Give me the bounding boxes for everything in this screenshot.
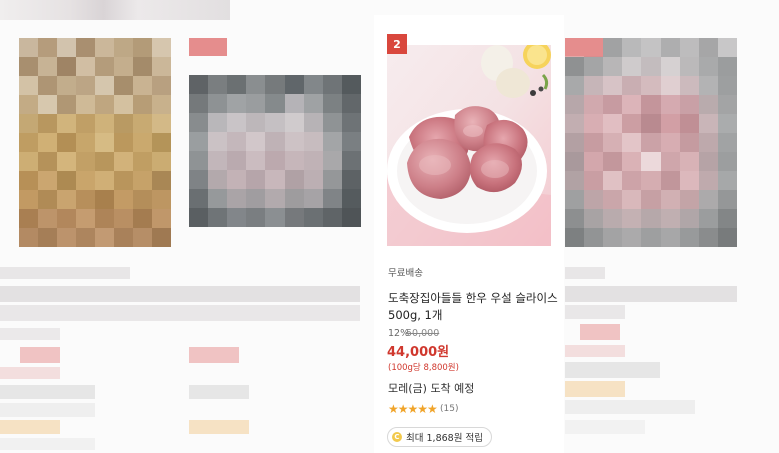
blurred-text-row [0,438,95,450]
blurred-product-image-left-center[interactable] [189,75,361,227]
blurred-badge-row [0,420,60,434]
blurred-text-row [565,286,737,302]
blurred-badge-row [565,381,625,397]
product-title-line1[interactable]: 도축장집아들들 한우 우설 슬라이스 [388,290,558,306]
blurred-text-row [0,385,95,399]
blurred-text-row [565,400,695,414]
product-title-line2[interactable]: 500g, 1개 [388,307,442,323]
blurred-text-row [0,367,60,379]
blurred-text-row [0,267,130,279]
reward-badge: C 최대 1,868원 적립 [387,427,492,447]
blurred-text-row [565,345,625,357]
blurred-text-row [565,305,625,319]
product-image[interactable] [387,45,551,246]
blurred-text-row [565,362,660,378]
blurred-header-strip [0,0,230,20]
blurred-rank-badge-right [565,38,603,56]
rating-stars: ★★★★★ [388,402,438,416]
meat-plate-illustration [387,45,551,246]
blurred-text-row [0,305,360,321]
delivery-estimate: 모레(금) 도착 예정 [388,382,475,395]
original-price: 50,000 [406,328,440,339]
shipping-badge: 무료배송 [388,268,423,279]
blurred-price-row [20,347,60,363]
blurred-text-row [0,403,95,417]
blurred-text-row [565,267,605,279]
review-count[interactable]: (15) [440,404,458,414]
blurred-product-image-right[interactable] [565,38,737,247]
blurred-text-row [0,286,360,302]
blurred-rank-badge-left [189,38,227,56]
reward-text: 최대 1,868원 적립 [406,433,483,444]
blurred-text-row [189,385,249,399]
sale-price: 44,000원 [387,345,450,360]
blurred-text-row [565,420,645,434]
rank-badge: 2 [387,34,407,54]
blurred-price-row [580,324,620,340]
blurred-price-row [189,347,239,363]
coin-icon: C [392,432,402,442]
blurred-text-row [0,328,60,340]
blurred-product-image-left[interactable] [19,38,171,247]
unit-price: (100g당 8,800원) [388,363,459,373]
blurred-badge-row [189,420,249,434]
